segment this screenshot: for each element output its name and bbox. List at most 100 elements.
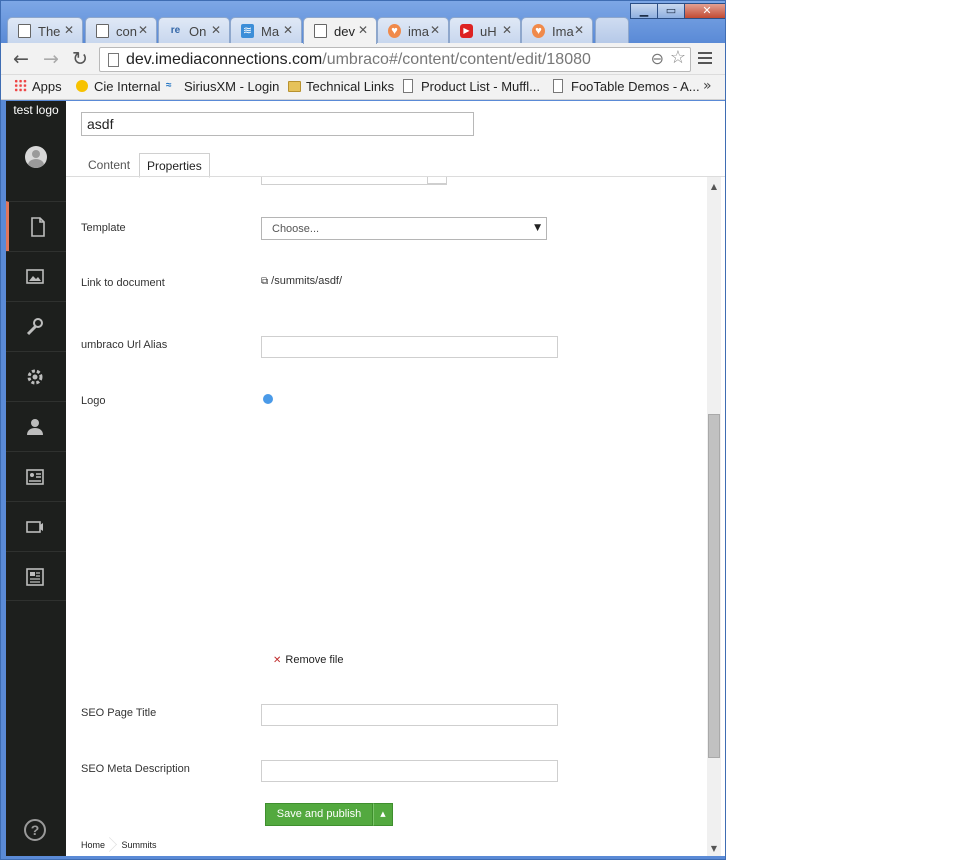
tab-close-icon[interactable]: ✕ <box>64 23 74 37</box>
new-tab-button[interactable] <box>595 17 629 43</box>
browser-tab[interactable]: re On ✕ <box>158 17 230 43</box>
save-and-publish-button[interactable]: Save and publish <box>265 803 373 826</box>
seo-title-input[interactable] <box>261 704 558 726</box>
tab-close-icon[interactable]: ✕ <box>358 23 368 37</box>
browser-tab[interactable]: The ✕ <box>7 17 83 43</box>
section-developer[interactable] <box>6 351 66 401</box>
folder-icon <box>288 81 301 92</box>
breadcrumb-home[interactable]: Home <box>81 834 105 856</box>
apps-grid-icon <box>14 79 27 93</box>
publish-options-caret-icon[interactable]: ▲ <box>373 803 393 826</box>
tab-close-icon[interactable]: ✕ <box>574 23 584 37</box>
section-media[interactable] <box>6 251 66 301</box>
node-name-input[interactable] <box>81 112 474 136</box>
tab-label: On <box>189 24 207 39</box>
scroll-down-arrow-icon[interactable]: ▼ <box>707 842 721 856</box>
truncated-date-field[interactable] <box>261 177 447 185</box>
bookmark-apps[interactable]: Apps <box>14 79 62 94</box>
tab-close-icon[interactable]: ✕ <box>211 23 221 37</box>
browser-tab-active[interactable]: dev ✕ <box>303 17 377 44</box>
re101-icon: re <box>170 25 181 36</box>
url-path: /umbraco#/content/content/edit/18080 <box>322 51 591 68</box>
section-translation[interactable] <box>6 551 66 601</box>
content-icon <box>31 217 45 237</box>
help-icon[interactable]: ? <box>24 819 46 841</box>
back-arrow-icon[interactable]: ← <box>13 49 29 69</box>
breadcrumb: Home Summits <box>66 834 171 856</box>
browser-tab-strip: The ✕ con ✕ re On ✕ ≋ Ma ✕ dev ✕ ♥ ima ✕… <box>7 17 725 44</box>
bookmark-technical-links[interactable]: Technical Links <box>288 79 394 94</box>
bookmark-footable[interactable]: FooTable Demos - A... <box>553 79 700 94</box>
properties-form: Template Choose... ▼ Link to document ⧉ /… <box>66 177 725 856</box>
bookmark-label: Product List - Muffl... <box>421 79 540 94</box>
url-alias-label: umbraco Url Alias <box>81 339 168 351</box>
bookmark-label: Cie Internal <box>94 79 161 94</box>
browser-window: ▁ ▭ ✕ The ✕ con ✕ re On ✕ ≋ Ma ✕ dev ✕ ♥… <box>0 0 726 860</box>
chevron-down-icon: ▼ <box>534 223 541 233</box>
page-icon <box>314 24 327 38</box>
bookmarks-overflow-button[interactable]: » <box>703 78 712 94</box>
tab-close-icon[interactable]: ✕ <box>138 23 148 37</box>
section-members[interactable] <box>6 451 66 501</box>
reload-icon[interactable]: ↻ <box>72 49 88 69</box>
tab-content[interactable]: Content <box>81 153 137 177</box>
breadcrumb-summits[interactable]: Summits <box>122 834 157 856</box>
bookmark-cie-internal[interactable]: Cie Internal <box>76 79 160 94</box>
url-alias-input[interactable] <box>261 336 558 358</box>
external-link-icon: ⧉ <box>261 276 269 287</box>
zoom-icon[interactable]: ⊖ <box>651 49 664 69</box>
tab-label: con <box>116 24 137 39</box>
browser-tab[interactable]: ♥ Ima ✕ <box>521 17 593 43</box>
scrollbar-thumb[interactable] <box>708 414 720 758</box>
browser-tab[interactable]: ♥ ima ✕ <box>377 17 449 43</box>
bookmark-product-list[interactable]: Product List - Muffl... <box>403 79 540 94</box>
browser-toolbar: ← → ↻ dev.imediaconnections.com/umbraco#… <box>1 43 725 75</box>
browser-tab[interactable]: ▶ uH ✕ <box>449 17 521 43</box>
umbraco-sidebar: test logo ? <box>6 101 66 856</box>
tab-close-icon[interactable]: ✕ <box>283 23 293 37</box>
tab-close-icon[interactable]: ✕ <box>430 23 440 37</box>
heart-icon: ♥ <box>532 24 545 38</box>
address-bar[interactable]: dev.imediaconnections.com/umbraco#/conte… <box>99 47 691 72</box>
tab-label: ima <box>408 24 429 39</box>
tab-label: Ma <box>261 24 280 39</box>
bookmark-star-icon[interactable]: ☆ <box>670 47 686 68</box>
bookmark-label: Technical Links <box>306 79 395 94</box>
scroll-up-arrow-icon[interactable]: ▲ <box>707 180 721 194</box>
user-avatar[interactable] <box>25 146 47 168</box>
bookmark-siriusxm[interactable]: ≈ SiriusXM - Login <box>166 79 279 94</box>
seo-description-input[interactable] <box>261 760 558 782</box>
section-settings[interactable] <box>6 301 66 351</box>
tab-properties[interactable]: Properties <box>139 153 210 178</box>
document-link[interactable]: ⧉/summits/asdf/ <box>261 275 342 287</box>
page-icon <box>403 79 413 93</box>
browser-tab[interactable]: ≋ Ma ✕ <box>230 17 302 43</box>
browser-tab[interactable]: con ✕ <box>85 17 157 43</box>
remove-file-text: Remove file <box>285 654 344 666</box>
bookmark-label: SiriusXM - Login <box>184 79 280 94</box>
form-scrollbar[interactable]: ▲ ▼ <box>707 177 721 856</box>
section-users[interactable] <box>6 401 66 451</box>
translation-icon <box>26 568 44 586</box>
section-forms[interactable] <box>6 501 66 551</box>
remove-file-link[interactable]: ✕ Remove file <box>273 654 343 666</box>
template-label: Template <box>81 222 126 234</box>
template-select-value: Choose... <box>272 223 320 235</box>
page-icon <box>18 24 31 38</box>
users-icon <box>27 419 43 435</box>
heart-icon: ♥ <box>388 24 401 38</box>
logo-label: Logo <box>81 395 106 407</box>
link-to-document-label: Link to document <box>81 277 165 289</box>
tab-close-icon[interactable]: ✕ <box>502 23 512 37</box>
tab-label: uH <box>480 24 497 39</box>
feed-icon: ≋ <box>241 24 254 38</box>
page-icon <box>96 24 109 38</box>
page-viewport: test logo ? asdf Content Properties Temp… <box>6 101 725 856</box>
template-select[interactable]: Choose... ▼ <box>261 217 547 240</box>
chrome-menu-icon[interactable] <box>698 52 712 64</box>
bookmark-label: Apps <box>32 79 62 94</box>
tab-label: dev <box>334 24 355 39</box>
datepicker-button[interactable] <box>427 177 447 184</box>
forward-arrow-icon[interactable]: → <box>43 49 59 69</box>
section-content[interactable] <box>6 201 66 251</box>
